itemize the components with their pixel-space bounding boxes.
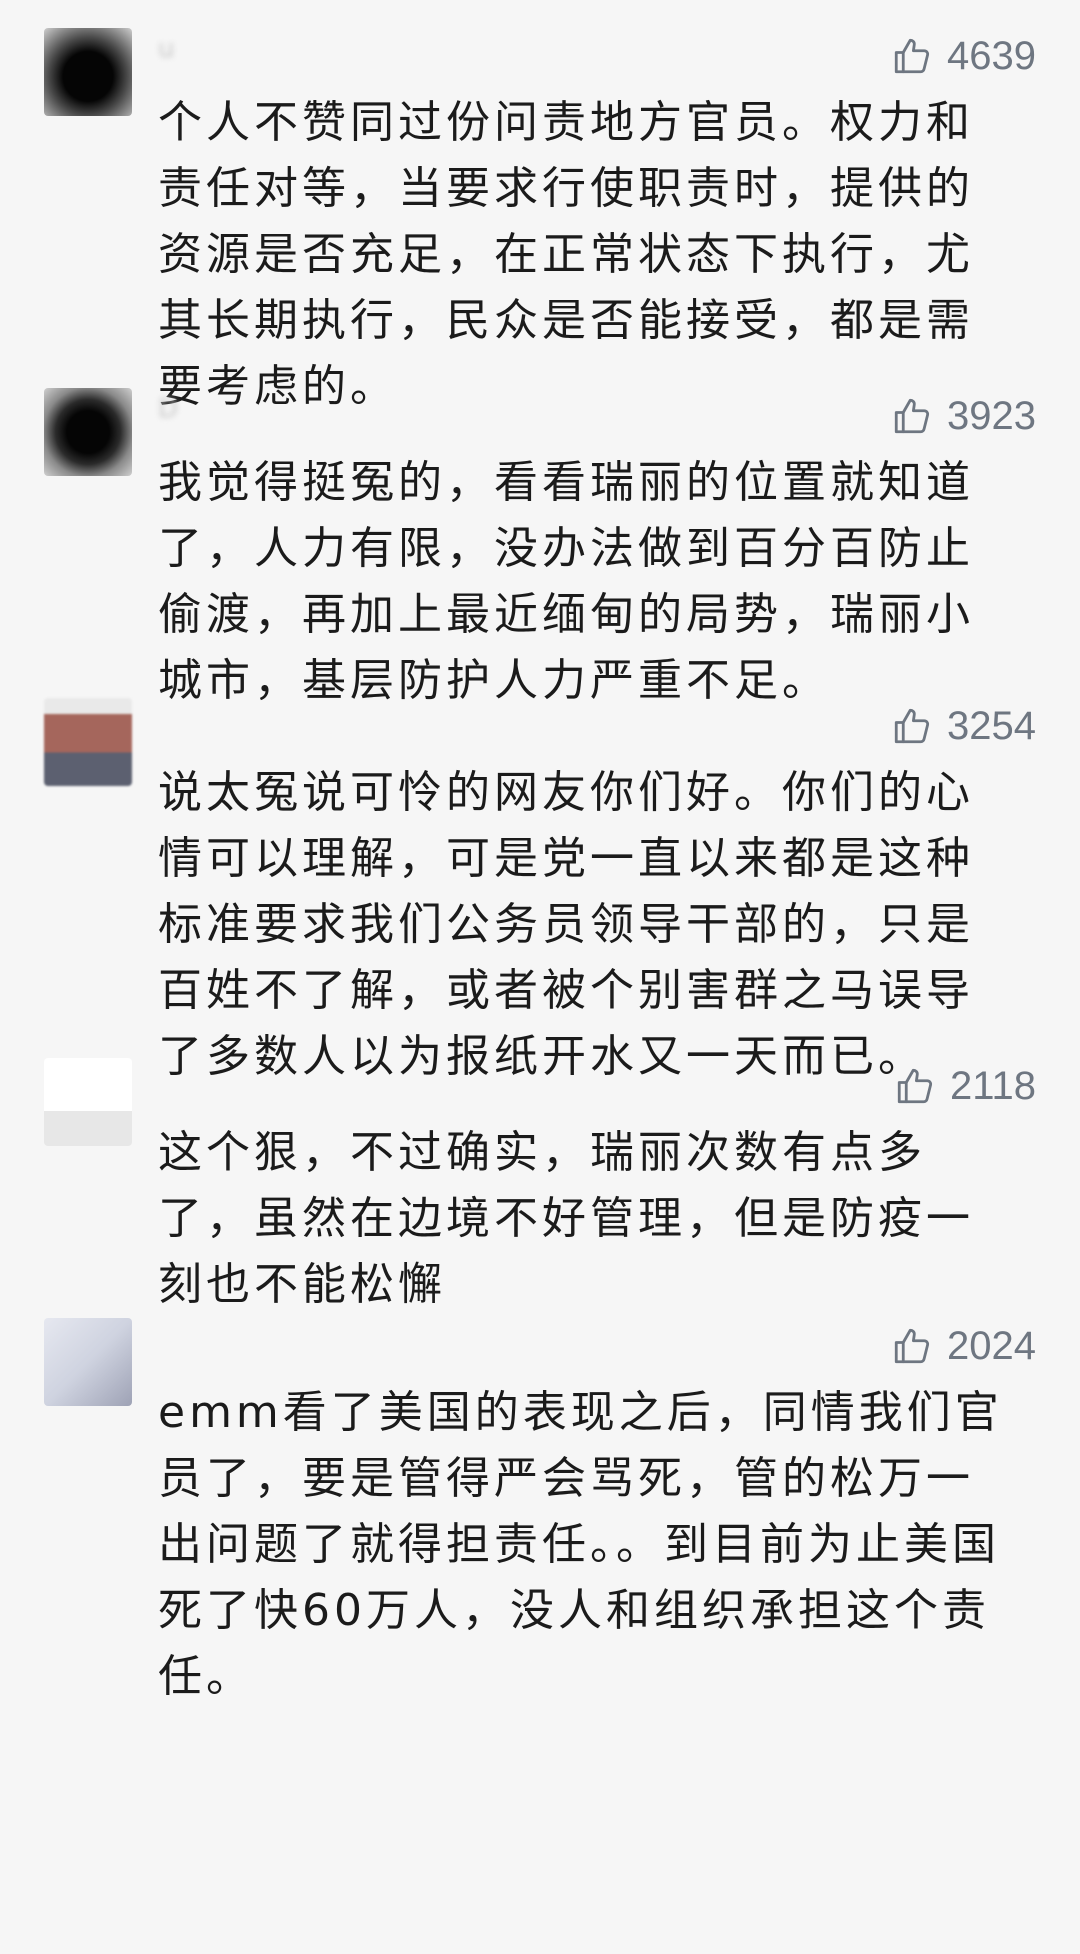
comment-text: 个人不赞同过份问责地方官员。权力和责任对等，当要求行使职责时，提供的资源是否充足… [158,97,974,412]
comment-text: 我觉得挺冤的，看看瑞丽的位置就知道了，人力有限，没办法做到百分百防止偷渡，再加上… [158,457,974,706]
avatar[interactable] [44,698,132,786]
like-button[interactable]: 3254 [891,698,1036,754]
like-button[interactable]: 3923 [891,388,1036,444]
comment-text: 说太冤说可怜的网友你们好。你们的心情可以理解，可是党一直以来都是这种标准要求我们… [158,767,974,1082]
avatar[interactable] [44,388,132,476]
like-button[interactable]: 2118 [894,1058,1036,1114]
like-button[interactable]: 4639 [891,28,1036,84]
comment-text: 这个狠，不过确实，瑞丽次数有点多了，虽然在边境不好管理，但是防疫一刻也不能松懈 [158,1127,974,1310]
username[interactable]: D [158,394,178,438]
avatar[interactable] [44,28,132,116]
like-count: 2024 [947,1323,1036,1368]
thumbs-up-icon [894,398,930,434]
like-count: 2118 [949,1063,1036,1108]
thumbs-up-icon [894,38,930,74]
like-count: 3254 [947,703,1036,748]
username[interactable]: u [158,34,174,78]
thumbs-up-icon [894,1328,930,1364]
like-count: 3923 [947,393,1036,438]
like-button[interactable]: 2024 [891,1318,1036,1374]
thumbs-up-icon [894,708,930,744]
thumbs-up-icon [897,1068,933,1104]
avatar[interactable] [44,1058,132,1146]
comment-text: emm看了美国的表现之后，同情我们官员了，要是管得严会骂死，管的松万一出问题了就… [158,1387,1003,1702]
like-count: 4639 [947,33,1036,78]
avatar[interactable] [44,1318,132,1406]
